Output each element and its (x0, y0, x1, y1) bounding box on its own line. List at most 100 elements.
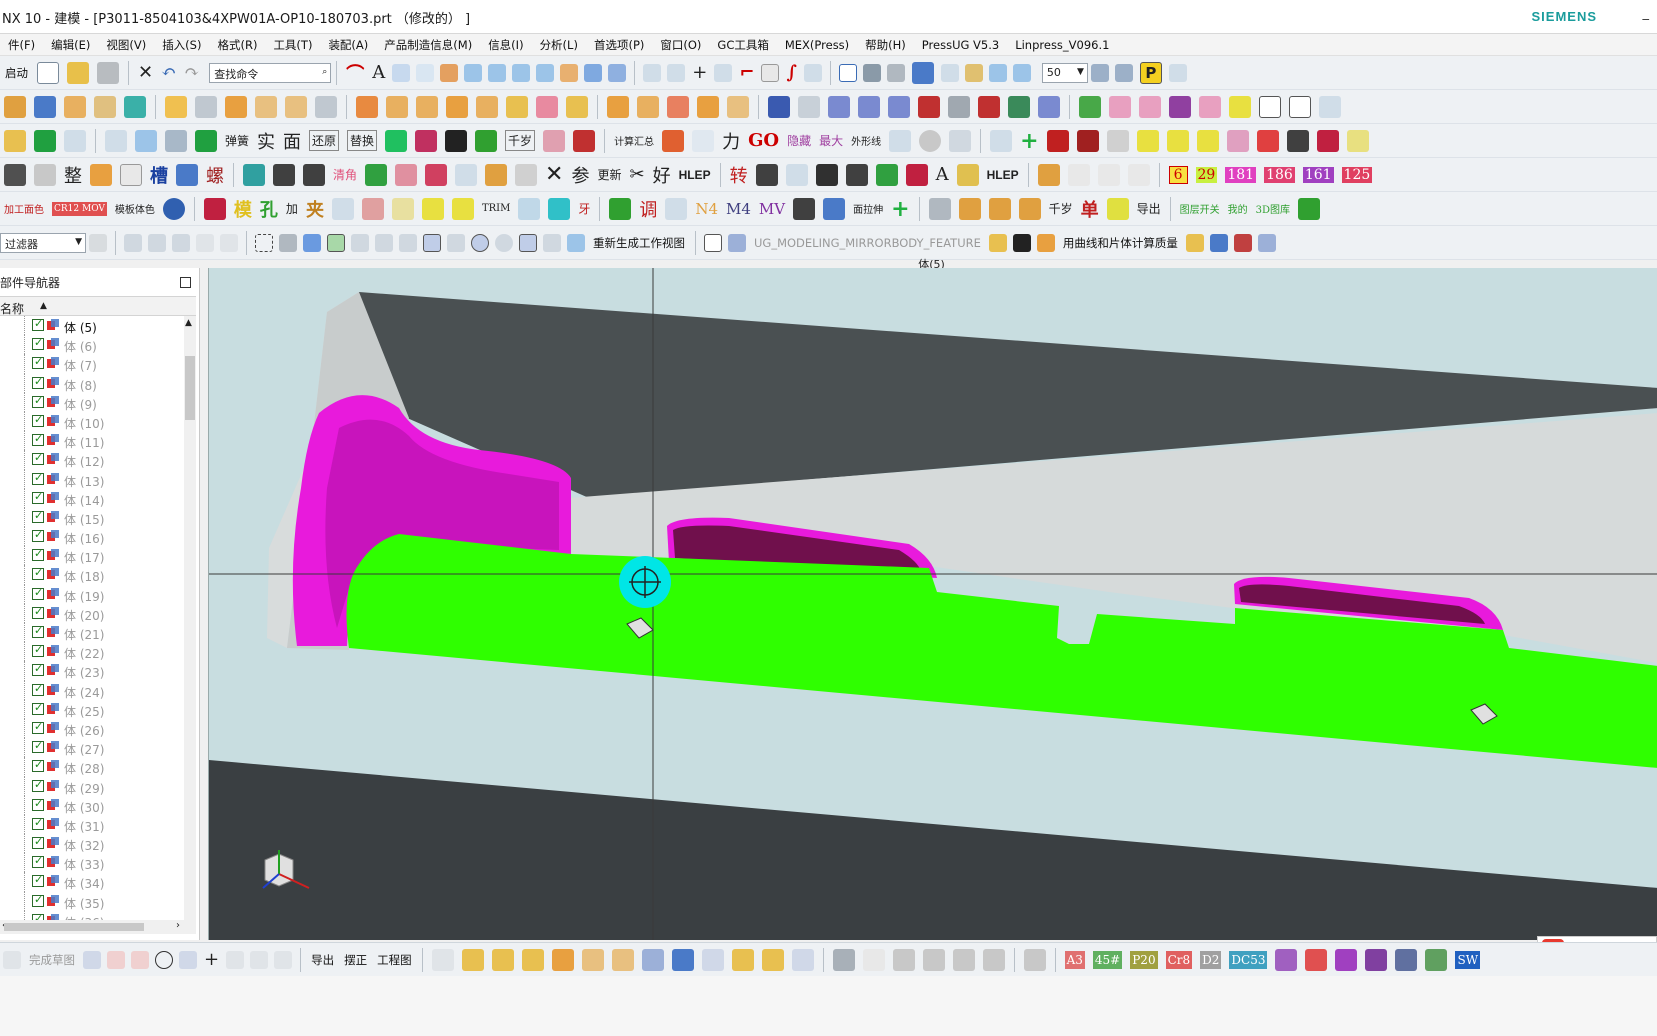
navigator-item[interactable]: 体 (32) (0, 834, 182, 854)
dimension-icon[interactable] (105, 129, 127, 152)
constraint-tool-icon[interactable] (274, 950, 293, 969)
height-icon[interactable] (1226, 129, 1249, 152)
grey-box-icon[interactable] (832, 948, 855, 971)
visibility-checkbox[interactable] (32, 432, 44, 447)
restore-label[interactable]: 还原 (309, 130, 340, 151)
navigator-item[interactable]: 体 (16) (0, 527, 182, 547)
wcs-icon[interactable] (1012, 63, 1031, 82)
visibility-checkbox[interactable] (32, 624, 44, 638)
navigator-item[interactable]: 体 (21) (0, 623, 182, 643)
check-icon[interactable] (34, 129, 56, 152)
snap-end-icon[interactable] (327, 233, 345, 252)
m4-label[interactable]: M4 (726, 200, 751, 218)
visibility-checkbox[interactable] (32, 816, 44, 830)
cube-pink-icon[interactable] (395, 163, 418, 186)
replace-face-icon[interactable] (446, 95, 468, 118)
redo-icon[interactable]: ↷ (184, 62, 199, 83)
snap-intersect-icon[interactable] (519, 233, 537, 252)
nv-icon[interactable] (1127, 163, 1150, 186)
open-icon[interactable] (67, 61, 89, 84)
visibility-checkbox[interactable] (32, 586, 44, 600)
diamond-icon[interactable] (1018, 197, 1041, 220)
export-button[interactable]: 导出 (311, 952, 334, 968)
single-label[interactable]: 单 (1081, 196, 1099, 222)
stopper-icon[interactable] (1229, 95, 1251, 118)
navigator-item[interactable]: 体 (31) (0, 814, 182, 835)
part-model[interactable] (209, 268, 1657, 940)
3d-library-label[interactable]: 3D图库 (1256, 201, 1290, 216)
arc-tool-icon[interactable] (131, 950, 149, 969)
sheet-blue-icon[interactable] (1209, 233, 1228, 252)
mass-calc-icon[interactable] (1036, 233, 1055, 252)
shell-icon[interactable] (255, 95, 277, 118)
menu-file[interactable]: 件(F) (0, 37, 43, 53)
visibility-checkbox[interactable] (32, 509, 44, 523)
hole-table2-icon[interactable] (331, 197, 354, 220)
slot-label[interactable]: 槽 (150, 162, 168, 188)
navigator-item[interactable]: 体 (15) (0, 507, 182, 528)
hole-icon[interactable] (94, 95, 116, 118)
navigator-item[interactable]: 体 (27) (0, 738, 182, 758)
tag-186[interactable]: 186 (1264, 166, 1295, 183)
tag-45[interactable]: 45# (1092, 950, 1123, 969)
snap-curve-icon[interactable] (399, 233, 417, 252)
visibility-checkbox[interactable] (32, 471, 44, 485)
text-icon[interactable]: A (372, 62, 385, 83)
trim-body-icon[interactable] (607, 95, 629, 118)
regen-view-label[interactable]: 重新生成工作视图 (593, 235, 685, 251)
scissors-icon[interactable]: ✂ (629, 164, 644, 185)
mold-red-icon[interactable] (203, 197, 226, 220)
machine-face-label[interactable]: 加工面色 (4, 201, 44, 216)
adjust-label[interactable]: 调 (639, 196, 657, 222)
confirm-icon[interactable] (385, 129, 408, 152)
red-arrow-icon[interactable] (1046, 129, 1069, 152)
yellow-box-icon[interactable] (1346, 129, 1369, 152)
navigator-item[interactable]: 体 (5) (0, 316, 182, 336)
doc-icon[interactable] (431, 948, 454, 971)
snap-perp-icon[interactable] (447, 233, 465, 252)
dim-tool-icon[interactable] (250, 950, 269, 969)
bookmark-icon[interactable] (451, 197, 474, 220)
rule-icon[interactable] (515, 163, 538, 186)
add-part2-icon[interactable] (491, 948, 514, 971)
tag-cr8[interactable]: Cr8 (1165, 950, 1193, 969)
patch-icon[interactable] (727, 95, 749, 118)
visibility-checkbox[interactable] (32, 547, 44, 562)
line-tool-icon[interactable] (107, 950, 125, 969)
mold-label[interactable]: 模 (234, 196, 252, 222)
maximize-icon[interactable] (180, 277, 191, 288)
gray-snap-icon[interactable] (196, 233, 214, 252)
arc-icon[interactable]: ⌒ (346, 60, 364, 86)
menu-info[interactable]: 信息(I) (480, 37, 531, 53)
good-label[interactable]: 好 (653, 162, 671, 188)
hole-table-icon[interactable] (135, 129, 157, 152)
resize-icon[interactable] (476, 95, 498, 118)
tag-161[interactable]: 161 (1302, 166, 1334, 183)
flag-green-icon[interactable] (365, 163, 388, 186)
boss-icon[interactable] (566, 95, 588, 118)
navigator-item[interactable]: 体 (35) (0, 891, 182, 911)
clip-icon[interactable] (988, 63, 1007, 82)
orient-icon[interactable] (886, 63, 905, 82)
block-icon[interactable] (34, 95, 56, 118)
snap-vertex-icon[interactable] (423, 233, 441, 252)
rect-select-icon[interactable] (255, 233, 273, 252)
visibility-checkbox[interactable] (32, 394, 44, 408)
assembly2-icon[interactable] (581, 948, 604, 971)
spring-icon[interactable] (948, 95, 970, 118)
menu-edit[interactable]: 编辑(E) (43, 37, 98, 53)
outline-label[interactable]: 外形线 (851, 133, 881, 148)
qiansui-label[interactable]: 千岁 (505, 130, 536, 151)
replace-label[interactable]: 替换 (347, 130, 378, 151)
visibility-checkbox[interactable] (32, 490, 44, 504)
drawing-button[interactable]: 工程图 (377, 952, 412, 968)
n4-label[interactable]: N4 (695, 200, 718, 218)
menu-gc-toolbox[interactable]: GC工具箱 (709, 37, 776, 53)
menu-window[interactable]: 窗口(O) (652, 37, 709, 53)
unite-icon[interactable] (124, 95, 146, 118)
book-icon[interactable] (273, 163, 295, 186)
update-red-icon[interactable] (573, 129, 596, 152)
cubes-icon[interactable] (982, 948, 1005, 971)
solid-label[interactable]: 实 (257, 128, 275, 154)
curve-red-icon[interactable]: ∫ (786, 62, 796, 83)
